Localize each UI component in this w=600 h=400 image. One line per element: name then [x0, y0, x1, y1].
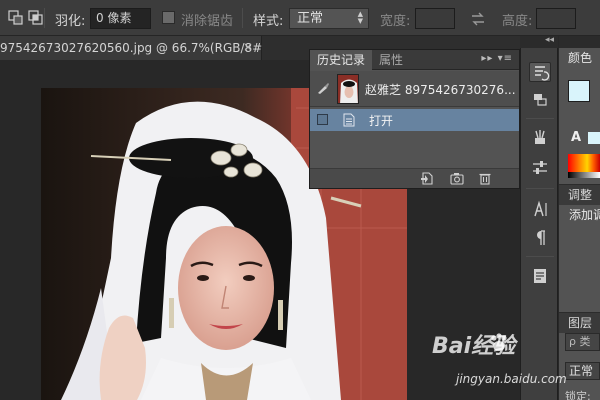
select-arrows-icon: ▲ ▼ [357, 10, 363, 25]
panel-menu-icon[interactable]: ▸▸ ▾≡ [481, 53, 513, 64]
style-label: 样式: [253, 14, 284, 29]
history-state-label: 打开 [369, 114, 394, 128]
gamut-color-swatch[interactable] [588, 132, 600, 144]
toolbar-separator [44, 8, 45, 28]
watermark-brand: Bai经验 [432, 334, 516, 359]
history-brush-icon[interactable] [316, 81, 330, 95]
document-icon [343, 113, 355, 127]
tab-adjustments[interactable]: 调整 [559, 185, 600, 205]
close-icon[interactable]: × [243, 40, 253, 54]
trash-icon[interactable] [478, 172, 492, 185]
brush-panel-button[interactable] [529, 128, 551, 148]
marquee-intersect-icon[interactable] [28, 10, 44, 26]
adjustments-hint: 添加调 [569, 208, 600, 222]
marquee-subtract-icon[interactable] [8, 10, 24, 26]
properties-icon [534, 94, 547, 106]
history-panel-icon [535, 66, 550, 81]
paragraph-icon [537, 230, 545, 245]
feather-label: 羽化: [55, 14, 86, 29]
height-label: 高度: [502, 14, 533, 29]
history-panel-button[interactable] [529, 62, 551, 82]
toolbar-separator [242, 8, 243, 28]
foreground-color-swatch[interactable] [568, 80, 590, 102]
history-state-row[interactable]: 打开 [310, 109, 519, 131]
options-bar: 羽化: 0 像素 消除锯齿 样式: 正常 ▲ ▼ 宽度: 高度: [0, 0, 600, 36]
document-tab-title: 97542673027620560.jpg @ 66.7%(RGB/8#) [0, 41, 267, 55]
right-panel-top [559, 36, 600, 48]
adjust-icon [533, 161, 547, 174]
width-input[interactable] [415, 8, 455, 29]
dock-collapse-bar[interactable]: ◂◂ [520, 35, 558, 48]
history-panel-tabs: 历史记录 属性 ▸▸ ▾≡ [310, 50, 519, 70]
grayscale-ramp[interactable] [568, 172, 600, 178]
antialias-checkbox[interactable] [162, 11, 175, 24]
brush-icon [535, 130, 545, 144]
gamut-warning-icon[interactable]: A [571, 130, 581, 145]
dock-separator [526, 188, 554, 189]
color-spectrum[interactable] [568, 154, 600, 172]
camera-icon[interactable] [450, 172, 464, 185]
dock-separator [526, 118, 554, 119]
document-tab[interactable]: 97542673027620560.jpg @ 66.7%(RGB/8#) × [0, 36, 267, 60]
notes-icon [534, 269, 546, 283]
watermark: Bai经验 jingyan.baidu.com [432, 328, 592, 398]
width-label: 宽度: [380, 14, 411, 29]
swap-icon[interactable] [470, 11, 486, 27]
height-input[interactable] [536, 8, 576, 29]
watermark-url: jingyan.baidu.com [456, 372, 567, 386]
character-panel-button[interactable] [529, 200, 551, 220]
tab-color[interactable]: 颜色 [559, 48, 600, 68]
snapshot-name: 赵雅芝 8975426730276... [365, 83, 516, 97]
state-source-checkbox[interactable] [317, 114, 328, 125]
dock-separator [526, 256, 554, 257]
adjust-panel-button[interactable] [529, 158, 551, 178]
history-snapshot[interactable]: 赵雅芝 8975426730276... [310, 71, 519, 107]
notes-panel-button[interactable] [529, 266, 551, 286]
paragraph-panel-button[interactable] [529, 228, 551, 248]
tab-properties[interactable]: 属性 [372, 50, 410, 70]
new-document-from-state-icon[interactable] [420, 172, 434, 185]
antialias-label: 消除锯齿 [181, 14, 234, 29]
properties-panel-button[interactable] [529, 90, 551, 110]
character-icon [534, 200, 547, 217]
snapshot-thumbnail [337, 74, 359, 104]
history-panel: 历史记录 属性 ▸▸ ▾≡ 赵雅芝 8975426730276... 打开 [309, 49, 520, 189]
feather-input[interactable]: 0 像素 [90, 8, 151, 29]
tab-history[interactable]: 历史记录 [310, 50, 373, 70]
style-select[interactable]: 正常 ▲ ▼ [289, 8, 369, 29]
style-select-value: 正常 [297, 11, 324, 26]
collapse-icon[interactable]: ◂◂ [545, 35, 554, 45]
history-panel-footer [310, 168, 519, 188]
